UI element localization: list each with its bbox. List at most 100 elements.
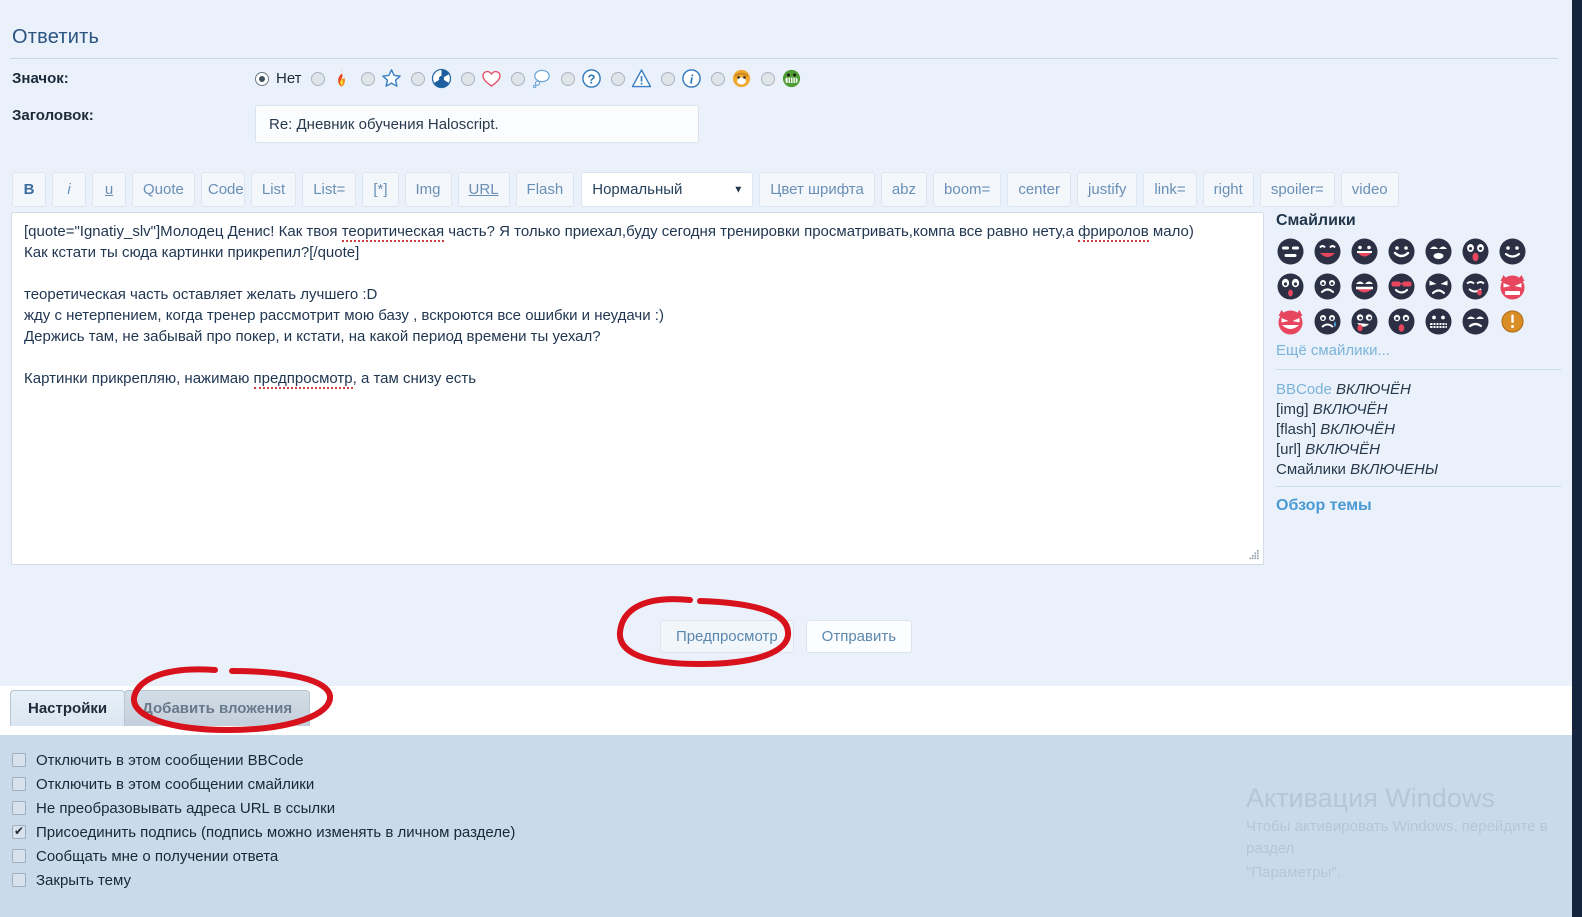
bbcode-button-italic[interactable]: i bbox=[52, 172, 86, 207]
bbcode-button-flash[interactable]: Flash bbox=[515, 172, 575, 207]
bbcode-button-list-eq[interactable]: List= bbox=[302, 172, 357, 207]
smiley-drool[interactable] bbox=[1350, 307, 1379, 336]
checkbox-do-not-autolink-urls[interactable] bbox=[12, 801, 26, 815]
devil-red-grin[interactable] bbox=[1276, 307, 1305, 336]
radio-info-icon[interactable] bbox=[660, 71, 675, 86]
bbcode-button-abz[interactable]: abz bbox=[880, 172, 928, 207]
smiley-surprised[interactable] bbox=[1424, 237, 1453, 266]
bbcode-status-row: Смайлики ВКЛЮЧЕНЫ bbox=[1276, 460, 1561, 480]
smiley-shocked[interactable] bbox=[1461, 307, 1490, 336]
radio-thought-bubble-icon[interactable] bbox=[510, 71, 525, 86]
editor-line-1b: часть? Я только приехал,буду сегодня тре… bbox=[444, 223, 1079, 240]
font-size-select-value: Нормальный bbox=[592, 181, 683, 198]
radio-no-icon[interactable] bbox=[255, 71, 269, 86]
devil-red-angry[interactable] bbox=[1498, 272, 1527, 301]
icon-option-question[interactable]: ? bbox=[560, 68, 602, 89]
smiley-teeth[interactable] bbox=[1424, 307, 1453, 336]
smiley-tongue-red[interactable] bbox=[1461, 237, 1490, 266]
options-tabs[interactable]: Настройки Добавить вложения bbox=[10, 690, 311, 726]
smiley-sunglasses[interactable] bbox=[1387, 272, 1416, 301]
subject-field-label: Заголовок: bbox=[12, 107, 94, 124]
bbcode-button-boom[interactable]: boom= bbox=[933, 172, 1002, 207]
icon-option-none[interactable]: Нет bbox=[255, 70, 302, 87]
radio-fire-icon[interactable] bbox=[310, 71, 325, 86]
post-icon-radio-group[interactable]: Нет ? i bbox=[255, 68, 811, 89]
smiley-tongue-out[interactable] bbox=[1387, 307, 1416, 336]
checkbox-lock-topic[interactable] bbox=[12, 873, 26, 887]
title-divider bbox=[10, 58, 1558, 59]
font-size-select[interactable]: Нормальный ▼ bbox=[581, 172, 754, 207]
bbcode-button-right[interactable]: right bbox=[1202, 172, 1254, 207]
preview-button[interactable]: Предпросмотр bbox=[659, 620, 794, 653]
icon-option-heart[interactable] bbox=[460, 68, 502, 89]
smiley-shout[interactable] bbox=[1350, 272, 1379, 301]
smiley-lick[interactable] bbox=[1461, 272, 1490, 301]
tab-add-attachments[interactable]: Добавить вложения bbox=[124, 690, 311, 726]
editor-misspelling-1: теоритическая bbox=[341, 223, 445, 242]
smiley-angry[interactable] bbox=[1424, 272, 1453, 301]
radio-radioactive-icon[interactable] bbox=[410, 71, 425, 86]
smiley-wink[interactable] bbox=[1498, 237, 1527, 266]
smiley-crazy[interactable] bbox=[1276, 272, 1305, 301]
bbcode-button-quote[interactable]: Quote bbox=[132, 172, 195, 207]
radio-heart-icon[interactable] bbox=[460, 71, 475, 86]
bbcode-button-font-color[interactable]: Цвет шрифта bbox=[759, 172, 875, 207]
checkbox-disable-bbcode[interactable] bbox=[12, 753, 26, 767]
bbcode-button-link[interactable]: link= bbox=[1143, 172, 1197, 207]
bbcode-button-list[interactable]: List bbox=[250, 172, 297, 207]
checkbox-attach-signature[interactable] bbox=[12, 823, 26, 839]
bbcode-button-video[interactable]: video bbox=[1340, 172, 1399, 207]
option-disable-smilies[interactable]: Отключить в этом сообщении смайлики bbox=[12, 772, 515, 796]
smiley-cool[interactable] bbox=[1276, 237, 1305, 266]
bbcode-button-spoiler[interactable]: spoiler= bbox=[1259, 172, 1335, 207]
bbcode-button-img[interactable]: Img bbox=[404, 172, 452, 207]
icon-option-smiley-orange[interactable] bbox=[710, 68, 752, 89]
icon-option-thought[interactable] bbox=[510, 68, 552, 89]
icon-option-star[interactable] bbox=[360, 68, 402, 89]
radio-star-icon[interactable] bbox=[360, 71, 375, 86]
bbcode-button-code[interactable]: Code bbox=[200, 172, 245, 207]
icon-option-radioactive[interactable] bbox=[410, 68, 452, 89]
option-notify-reply[interactable]: Сообщать мне о получении ответа bbox=[12, 844, 515, 868]
option-do-not-autolink-urls[interactable]: Не преобразовывать адреса URL в ссылки bbox=[12, 796, 515, 820]
radio-question-icon[interactable] bbox=[560, 71, 575, 86]
checkbox-disable-smilies[interactable] bbox=[12, 777, 26, 791]
textarea-resize-handle[interactable] bbox=[1247, 548, 1260, 561]
option-disable-bbcode[interactable]: Отключить в этом сообщении BBCode bbox=[12, 748, 515, 772]
option-attach-signature[interactable]: Присоединить подпись (подпись можно изме… bbox=[12, 820, 515, 844]
smileys-sidebar: Смайлики Ещё смайлики... BBCode ВКЛЮЧЁН … bbox=[1276, 212, 1561, 515]
icon-option-info[interactable]: i bbox=[660, 68, 702, 89]
page-right-edge bbox=[1572, 0, 1582, 917]
radio-smiley-orange-icon[interactable] bbox=[710, 71, 725, 86]
topic-review-link[interactable]: Обзор темы bbox=[1276, 497, 1372, 514]
exclamation-orange[interactable] bbox=[1498, 307, 1527, 336]
submit-button[interactable]: Отправить bbox=[805, 620, 913, 653]
smileys-grid[interactable] bbox=[1276, 237, 1561, 336]
bbcode-button-url[interactable]: URL bbox=[457, 172, 510, 207]
bbcode-toolbar[interactable]: B i u Quote Code List List= [*] Img URL … bbox=[12, 172, 1399, 207]
bbcode-button-underline[interactable]: u bbox=[92, 172, 126, 207]
smiley-grin[interactable] bbox=[1350, 237, 1379, 266]
icon-option-smiley-green[interactable] bbox=[760, 68, 802, 89]
bbcode-button-justify[interactable]: justify bbox=[1077, 172, 1138, 207]
smiley-sad[interactable] bbox=[1313, 272, 1342, 301]
tab-settings[interactable]: Настройки bbox=[10, 690, 126, 726]
subject-input[interactable] bbox=[255, 105, 699, 143]
radio-smiley-green-icon[interactable] bbox=[760, 71, 775, 86]
bbcode-button-center[interactable]: center bbox=[1007, 172, 1072, 207]
smiley-cry[interactable] bbox=[1313, 307, 1342, 336]
bbcode-button-bold[interactable]: B bbox=[12, 172, 46, 207]
option-lock-topic[interactable]: Закрыть тему bbox=[12, 868, 515, 892]
more-smileys-link[interactable]: Ещё смайлики... bbox=[1276, 342, 1561, 359]
question-icon: ? bbox=[581, 68, 602, 89]
checkbox-notify-reply[interactable] bbox=[12, 849, 26, 863]
bbcode-status-tag: BBCode bbox=[1276, 381, 1332, 398]
bbcode-button-list-item[interactable]: [*] bbox=[362, 172, 399, 207]
smiley-laugh[interactable] bbox=[1313, 237, 1342, 266]
smiley-happy[interactable] bbox=[1387, 237, 1416, 266]
message-textarea[interactable]: [quote="Ignatiy_slv"]Молодец Денис! Как … bbox=[11, 212, 1264, 565]
icon-option-fire[interactable] bbox=[310, 68, 352, 89]
icon-option-warning[interactable] bbox=[610, 68, 652, 89]
bbcode-status-row: [img] ВКЛЮЧЁН bbox=[1276, 400, 1561, 420]
radio-warning-icon[interactable] bbox=[610, 71, 625, 86]
